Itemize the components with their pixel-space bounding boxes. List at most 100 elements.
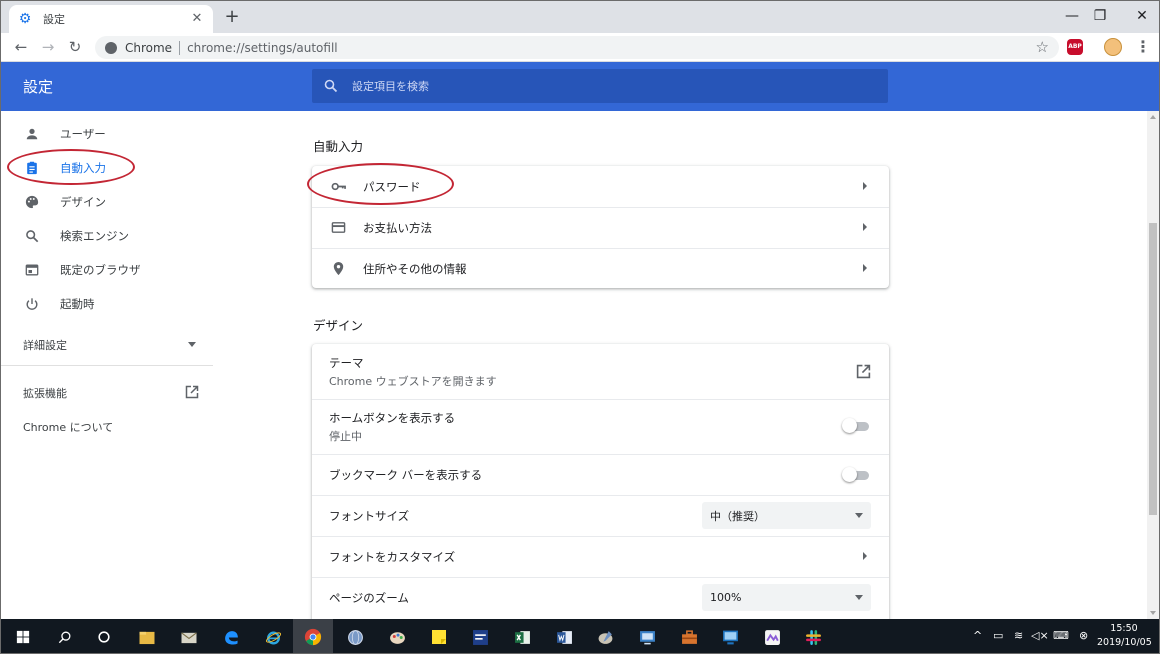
wifi-icon[interactable]: ≋ [1014,629,1023,642]
dictionary-app-icon[interactable] [468,625,492,649]
close-tab-icon[interactable]: ✕ [189,11,205,27]
addresses-row[interactable]: 住所やその他の情報 [312,248,889,288]
minimize-button[interactable]: — [1057,5,1087,27]
bookmarks-bar-toggle[interactable] [842,467,869,482]
keyboard-icon[interactable]: ⌨ [1053,629,1069,642]
excel-icon[interactable] [510,625,534,649]
show-hidden-icons-chevron-icon[interactable]: ^ [973,629,982,642]
search-icon[interactable] [53,625,77,649]
notification-dismiss-icon[interactable]: ⊗ [1079,629,1088,642]
gear-icon: ⚙ [18,11,32,27]
sidebar-divider [1,365,213,366]
scroll-up-arrow-icon[interactable] [1150,115,1156,119]
sidebar-item-label: 既定のブラウザ [60,263,141,277]
internet-explorer-icon[interactable] [261,625,285,649]
toolbar: ← → ↻ Chrome chrome://settings/autofill … [1,33,1159,62]
tab-settings[interactable]: ⚙ 設定 ✕ [9,5,213,33]
power-icon [23,295,41,313]
back-button[interactable]: ← [11,37,31,57]
settings-header: 設定 設定項目を検索 [1,62,1159,111]
external-link-icon[interactable] [856,364,871,379]
search-placeholder: 設定項目を検索 [352,80,429,93]
paint-app-icon[interactable] [385,625,409,649]
forward-button[interactable]: → [38,37,58,57]
bookmarks-bar-row[interactable]: ブックマーク バーを表示する [312,454,889,495]
volume-muted-icon[interactable]: ◁× [1031,629,1049,642]
reload-button[interactable]: ↻ [65,37,85,57]
customize-fonts-label: フォントをカスタマイズ [329,550,456,564]
search-icon [324,79,338,93]
extensions-link[interactable]: 拡張機能 [23,385,67,401]
section-title-autofill: 自動入力 [313,139,364,154]
adblock-plus-icon[interactable]: ABP [1067,39,1083,55]
sidebar-item-search-engine[interactable]: 検索エンジン [1,221,213,251]
clock-date: 2019/10/05 [1097,637,1152,648]
advanced-settings-toggle[interactable]: 詳細設定 [23,337,67,353]
remote-app-icon[interactable] [635,625,659,649]
profile-avatar[interactable] [1104,38,1122,56]
sidebar-item-on-startup[interactable]: 起動時 [1,289,213,319]
file-explorer-icon[interactable] [135,625,159,649]
photo-app-icon[interactable] [593,625,617,649]
sticky-notes-icon[interactable] [427,625,451,649]
home-button-row[interactable]: ホームボタンを表示する 停止中 [312,399,889,454]
search-icon [23,227,41,245]
page-scrollbar[interactable] [1147,111,1159,619]
windows-start-icon[interactable] [11,625,35,649]
sidebar-item-users[interactable]: ユーザー [1,119,213,149]
customize-fonts-row[interactable]: フォントをカスタマイズ [312,536,889,577]
page-zoom-label: ページのズーム [329,591,409,605]
system-clock[interactable]: 15:50 2019/10/05 [1097,622,1152,650]
scroll-down-arrow-icon[interactable] [1150,611,1156,615]
external-link-icon[interactable] [185,385,199,399]
chrome-menu-icon[interactable]: ⋮ [1135,37,1151,57]
gradient-app-icon[interactable] [760,625,784,649]
cortana-icon[interactable] [92,625,116,649]
page-zoom-row: ページのズーム 100% [312,577,889,618]
close-window-button[interactable]: ✕ [1127,5,1157,27]
home-button-label: ホームボタンを表示する [329,411,456,425]
home-button-toggle[interactable] [842,418,869,433]
scrollbar-thumb[interactable] [1149,223,1157,515]
settings-search-input[interactable]: 設定項目を検索 [312,69,888,103]
theme-sublabel: Chrome ウェブストアを開きます [329,375,497,388]
theme-label: テーマ [329,356,364,370]
chevron-right-icon [863,552,867,560]
theme-row[interactable]: テーマ Chrome ウェブストアを開きます [312,344,889,399]
payment-methods-row[interactable]: お支払い方法 [312,207,889,248]
sidebar-item-label: デザイン [60,195,106,209]
network-monitor-icon[interactable] [718,625,742,649]
url-text: chrome://settings/autofill [187,40,338,55]
home-button-sublabel: 停止中 [329,430,362,443]
page-zoom-value: 100% [710,591,742,604]
bookmark-star-icon[interactable]: ☆ [1036,38,1049,56]
chevron-down-icon[interactable] [188,342,196,347]
page-zoom-select[interactable]: 100% [702,584,871,611]
edge-icon[interactable] [219,625,243,649]
palette-icon [23,193,41,211]
tab-strip: ⚙ 設定 ✕ + — ❐ ✕ [1,1,1159,33]
new-tab-button[interactable]: + [222,7,242,27]
slack-icon[interactable] [801,625,825,649]
appearance-card: テーマ Chrome ウェブストアを開きます ホームボタンを表示する 停止中 ブ… [312,344,889,634]
tab-title: 設定 [43,13,65,26]
credit-card-icon [330,219,346,235]
mail-app-icon[interactable] [177,625,201,649]
origin-label: Chrome [125,40,173,55]
sidebar: ユーザー 自動入力 デザイン 検索エンジン 既定のブラウザ 起動時 詳細設定 拡… [1,111,213,619]
chrome-icon[interactable] [301,625,325,649]
chevron-right-icon [863,264,867,272]
word-icon[interactable] [552,625,576,649]
section-title-appearance: デザイン [313,318,364,333]
toolbox-app-icon[interactable] [677,625,701,649]
sidebar-item-default-browser[interactable]: 既定のブラウザ [1,255,213,285]
globe-app-icon[interactable] [343,625,367,649]
annotation-circle-autofill [7,149,135,185]
sidebar-item-appearance[interactable]: デザイン [1,187,213,217]
restore-button[interactable]: ❐ [1085,5,1115,27]
battery-icon[interactable]: ▭ [993,629,1003,642]
address-bar[interactable]: Chrome chrome://settings/autofill ☆ [95,36,1059,59]
about-chrome-link[interactable]: Chrome について [23,419,113,435]
settings-main: 自動入力 パスワード お支払い方法 住所やその他の情報 デザイン テーマ Chr… [213,111,1147,634]
font-size-select[interactable]: 中（推奨） [702,502,871,529]
